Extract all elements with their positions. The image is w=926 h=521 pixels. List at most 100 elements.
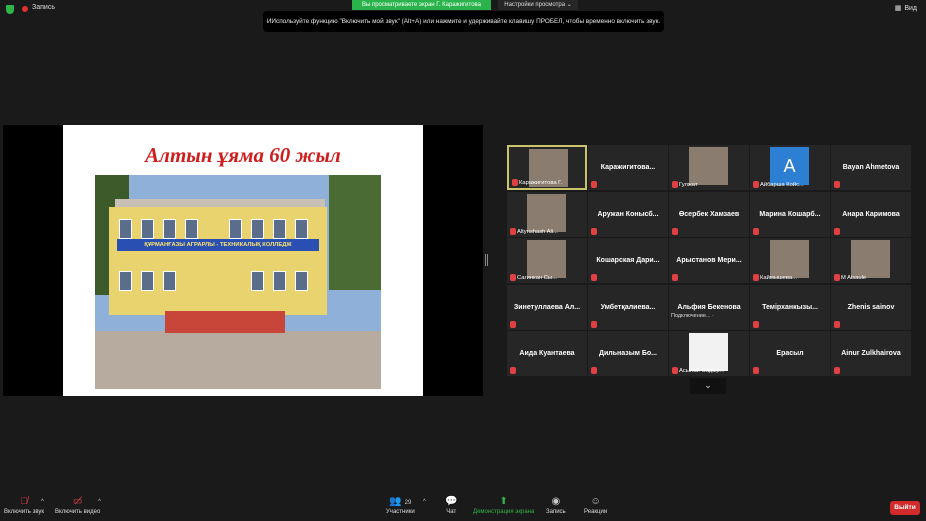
mic-muted-icon bbox=[834, 320, 840, 328]
participant-label: Altynshash Ali... bbox=[517, 228, 558, 235]
college-sign: ҚҰРМАНҒАЗЫ АГРАРЛЫ - ТЕХНИКАЛЫҚ КОЛЛЕДЖ bbox=[117, 239, 319, 251]
participant-tile[interactable]: Altynshash Ali... bbox=[507, 191, 587, 237]
resize-handle[interactable] bbox=[485, 254, 488, 266]
participant-name: Өсербек Хамзаев bbox=[678, 210, 740, 218]
participant-tile[interactable]: Аружан Конысб... bbox=[588, 191, 668, 237]
participant-tile[interactable]: M Aisaule bbox=[831, 238, 911, 283]
recording-label: Запись bbox=[32, 4, 55, 11]
participant-tile[interactable]: Зинетуллаева Ал... bbox=[507, 284, 587, 330]
participant-tile[interactable]: Bayan Ahmetova bbox=[831, 145, 911, 190]
participant-tile[interactable]: Марина Кошарб... bbox=[750, 191, 830, 237]
share-screen-icon: ⬆ bbox=[499, 496, 508, 507]
participant-tile[interactable]: Ерасыл bbox=[750, 331, 830, 376]
participant-name: Аида Куантаева bbox=[519, 350, 575, 357]
participant-tile[interactable]: Дильназым Бо... bbox=[588, 331, 668, 376]
participant-label: M Aisaule bbox=[841, 275, 867, 281]
grid-icon: ▦ bbox=[894, 5, 902, 12]
mic-muted-icon: 🎙̸ bbox=[20, 496, 28, 507]
next-page-button[interactable]: ⌄ bbox=[690, 378, 726, 394]
participant-name: Ainur Zulkhairova bbox=[841, 350, 901, 357]
mic-muted-icon bbox=[591, 274, 597, 281]
view-options-button[interactable]: Настройки просмотра ⌄ bbox=[498, 0, 578, 10]
participant-tile[interactable]: Аида Куантаева bbox=[507, 331, 587, 376]
reactions-button[interactable]: ☺ Реакции bbox=[584, 496, 607, 515]
mic-muted-icon bbox=[672, 227, 678, 235]
participant-tile[interactable]: Каражигитова... bbox=[588, 145, 668, 190]
shield-icon[interactable] bbox=[6, 5, 14, 14]
share-screen-button[interactable]: ⬆ Демонстрация экрана bbox=[473, 496, 534, 515]
mic-muted-icon bbox=[510, 227, 516, 235]
participant-tile[interactable]: Каймышева... bbox=[750, 238, 830, 283]
mic-muted-icon bbox=[591, 367, 597, 374]
mic-muted-icon bbox=[672, 367, 678, 374]
participant-tile[interactable]: A Айбарша Койс... bbox=[750, 145, 830, 190]
mic-muted-icon bbox=[753, 181, 759, 188]
participant-tile[interactable]: Альфия Бекенова Подключение... · bbox=[669, 284, 749, 330]
connection-status: Подключение... · bbox=[671, 312, 714, 319]
participant-name: Умбетқалиева... bbox=[600, 303, 656, 311]
participants-button[interactable]: 👥 29 Участники bbox=[386, 496, 415, 515]
participant-tile[interactable]: Сагинкан Сы... bbox=[507, 238, 587, 283]
mute-button[interactable]: 🎙̸ Включить звук bbox=[4, 496, 44, 515]
college-photo: ҚҰРМАНҒАЗЫ АГРАРЛЫ - ТЕХНИКАЛЫҚ КОЛЛЕДЖ bbox=[95, 175, 381, 389]
participant-name: Zhenis sainov bbox=[847, 303, 895, 311]
leave-button[interactable]: Выйти bbox=[890, 501, 920, 515]
avatar: A bbox=[770, 147, 809, 185]
video-button[interactable]: ▭̸ Включить видео bbox=[55, 496, 100, 515]
mic-muted-icon bbox=[510, 367, 516, 374]
participants-caret[interactable]: ^ bbox=[423, 499, 426, 505]
participant-tile[interactable]: Гулжат bbox=[669, 145, 749, 190]
video-thumbnail bbox=[527, 193, 566, 232]
mic-muted-icon bbox=[672, 181, 678, 188]
participant-name: Арыстанов Мери... bbox=[676, 257, 742, 264]
recording-icon bbox=[22, 6, 28, 12]
participant-tile[interactable]: Zhenis sainov bbox=[831, 284, 911, 330]
view-button[interactable]: ▦ Вид bbox=[895, 4, 920, 12]
mic-muted-icon bbox=[510, 320, 516, 328]
participant-label: Гулжат bbox=[679, 182, 698, 188]
presentation-slide: Алтын ұяма 60 жыл ҚҰРМАНҒАЗЫ АГРАРЛЫ - Т… bbox=[63, 125, 423, 396]
mic-muted-icon bbox=[512, 179, 518, 186]
participant-label: Сагинкан Сы... bbox=[517, 275, 557, 281]
participant-tile[interactable]: Асылай Садыр... bbox=[669, 331, 749, 376]
participant-name: Каражигитова... bbox=[600, 164, 656, 171]
participant-label: Каймышева... bbox=[760, 275, 797, 281]
record-icon: ◉ bbox=[551, 496, 561, 507]
chevron-down-icon: ⌄ bbox=[704, 380, 712, 390]
video-off-icon: ▭̸ bbox=[72, 496, 83, 507]
video-options-caret[interactable]: ^ bbox=[98, 499, 101, 505]
participant-tile[interactable]: Кошарская Дари... bbox=[588, 238, 668, 283]
participant-name: Ерасыл bbox=[776, 350, 804, 357]
shared-screen: Алтын ұяма 60 жыл ҚҰРМАНҒАЗЫ АГРАРЛЫ - Т… bbox=[3, 125, 483, 396]
participant-tile[interactable]: Умбетқалиева... bbox=[588, 284, 668, 330]
mic-muted-icon bbox=[834, 274, 840, 281]
participant-name: Дильназым Бо... bbox=[599, 350, 657, 357]
mic-muted-icon bbox=[834, 227, 840, 235]
participant-tile[interactable]: Арыстанов Мери... bbox=[669, 238, 749, 283]
mic-muted-icon bbox=[591, 227, 597, 235]
mic-muted-icon bbox=[510, 274, 516, 281]
participant-tile[interactable]: Анара Каримова bbox=[831, 191, 911, 237]
participant-tile[interactable]: Каражигитова Г. bbox=[507, 145, 587, 190]
participant-tile[interactable]: Өсербек Хамзаев bbox=[669, 191, 749, 237]
unmute-tooltip: ИИспользуйте функцию "Включить мой звук"… bbox=[263, 11, 664, 32]
video-thumbnail bbox=[689, 333, 728, 371]
participant-name: Кошарская Дари... bbox=[596, 257, 660, 264]
video-thumbnail bbox=[770, 240, 809, 278]
chat-button[interactable]: 💬 Чат bbox=[445, 496, 457, 515]
participant-name: Альфия Бекенова bbox=[677, 303, 741, 311]
record-button[interactable]: ◉ Запись bbox=[546, 496, 566, 515]
mic-muted-icon bbox=[834, 367, 840, 374]
participant-tile[interactable]: Ainur Zulkhairova bbox=[831, 331, 911, 376]
reaction-icon: ☺ bbox=[590, 496, 601, 507]
participant-name: Зинетуллаева Ал... bbox=[513, 303, 581, 311]
building bbox=[109, 207, 327, 315]
mic-muted-icon bbox=[591, 181, 597, 188]
participant-name: Темірханкызы... bbox=[762, 303, 818, 311]
mic-muted-icon bbox=[591, 320, 597, 328]
audio-options-caret[interactable]: ^ bbox=[41, 499, 44, 505]
slide-title: Алтын ұяма 60 жыл bbox=[145, 143, 341, 167]
participant-tile[interactable]: Темірханкызы... bbox=[750, 284, 830, 330]
participant-name: Bayan Ahmetova bbox=[842, 164, 900, 171]
mic-muted-icon bbox=[672, 274, 678, 281]
